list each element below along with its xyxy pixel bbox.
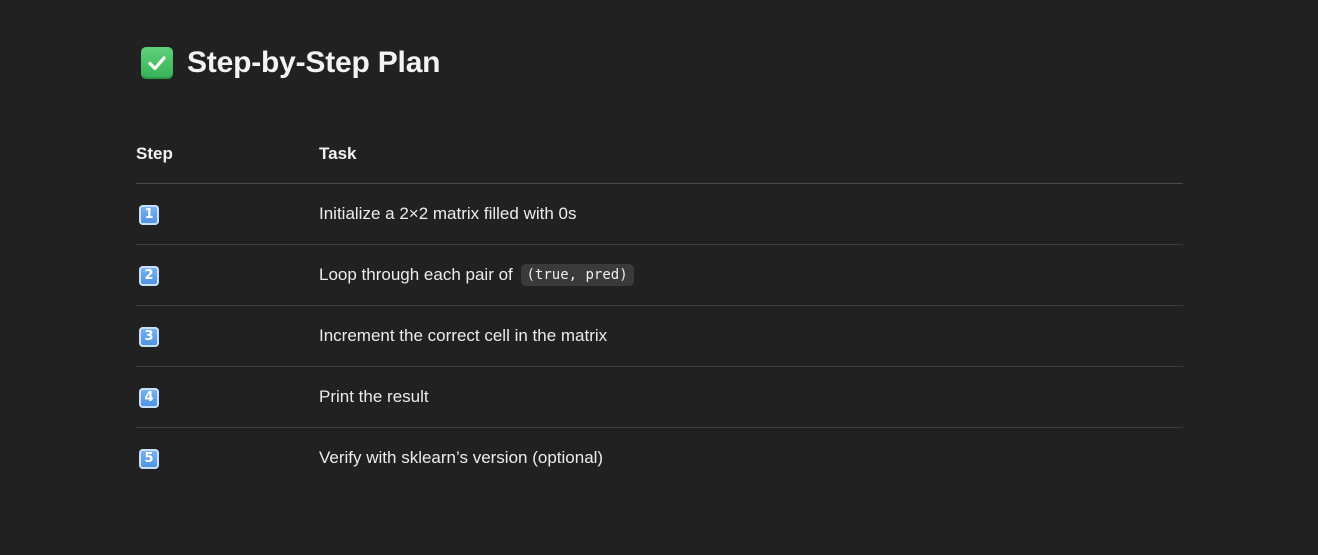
task-text: Loop through each pair of (319, 265, 513, 284)
task-text: Increment the correct cell in the matrix (319, 326, 608, 345)
column-header-task: Task (319, 124, 1183, 184)
task-cell: Print the result (319, 366, 1183, 428)
table-row: 4 Print the result (136, 366, 1183, 428)
inline-code: (true, pred) (520, 264, 634, 286)
step-cell: 2 (136, 244, 319, 306)
table-header-row: Step Task (136, 124, 1183, 184)
task-cell: Initialize a 2×2 matrix filled with 0s (319, 183, 1183, 245)
task-text: Print the result (319, 387, 429, 406)
keycap-2-icon: 2 (139, 265, 159, 286)
plan-table: Step Task 1 Initialize a 2×2 matrix fill… (136, 124, 1183, 488)
step-cell: 5 (136, 428, 319, 489)
table-row: 2 Loop through each pair of (true, pred) (136, 244, 1183, 306)
step-cell: 3 (136, 305, 319, 367)
table-row: 5 Verify with sklearn’s version (optiona… (136, 428, 1183, 489)
section-heading: Step-by-Step Plan (141, 44, 441, 82)
step-cell: 1 (136, 183, 319, 245)
table-row: 3 Increment the correct cell in the matr… (136, 305, 1183, 367)
section-title: Step-by-Step Plan (187, 46, 441, 79)
task-text: Initialize a 2×2 matrix filled with 0s (319, 204, 577, 223)
column-header-step: Step (136, 124, 319, 184)
task-cell: Increment the correct cell in the matrix (319, 305, 1183, 367)
keycap-3-icon: 3 (139, 326, 159, 347)
table-row: 1 Initialize a 2×2 matrix filled with 0s (136, 183, 1183, 245)
keycap-4-icon: 4 (139, 387, 159, 408)
task-cell: Loop through each pair of (true, pred) (319, 244, 1183, 306)
keycap-1-icon: 1 (139, 204, 159, 225)
task-text: Verify with sklearn’s version (optional) (319, 448, 604, 467)
keycap-5-icon: 5 (139, 448, 159, 469)
step-cell: 4 (136, 366, 319, 428)
task-cell: Verify with sklearn’s version (optional) (319, 428, 1183, 489)
check-mark-icon (141, 47, 173, 79)
